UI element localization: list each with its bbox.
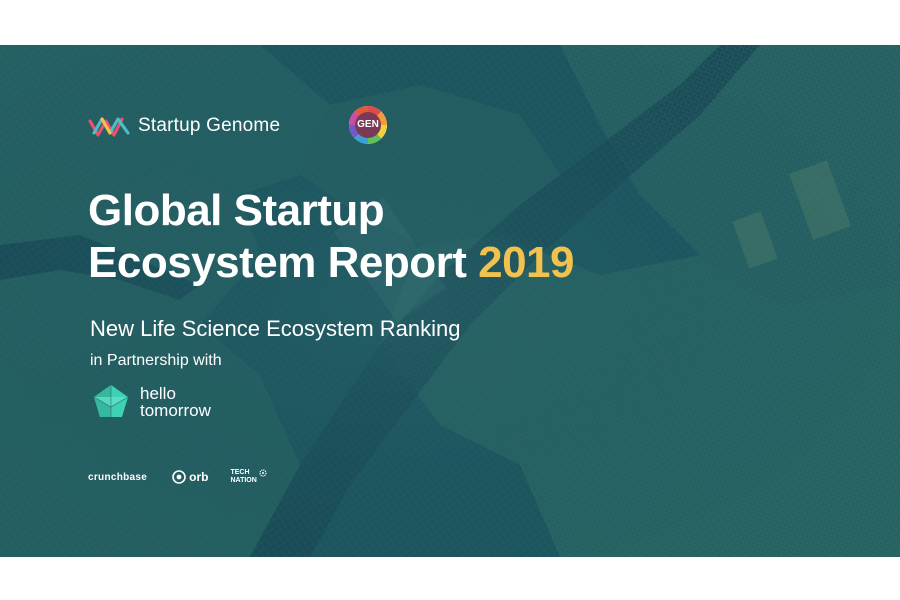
hello-tomorrow-line1: hello — [140, 384, 176, 403]
report-title-line2: Ecosystem Report — [88, 238, 467, 287]
startup-genome-logo: Startup Genome — [88, 108, 280, 144]
report-cover: Startup Genome GEN Global Startup Ecosys… — [0, 45, 900, 557]
report-title-line2-wrap: Ecosystem Report 2019 — [88, 237, 574, 289]
report-year: 2019 — [478, 238, 574, 287]
tech-nation-wordmark: TECH NATION — [230, 469, 256, 485]
tech-nation-line1: TECH — [230, 469, 250, 476]
hello-tomorrow-wordmark: hello tomorrow — [140, 385, 211, 419]
sponsor-logos: crunchbase orb TECH NATION — [88, 465, 268, 489]
hello-tomorrow-gem-icon — [93, 385, 129, 417]
report-subtitle: New Life Science Ecosystem Ranking — [90, 316, 461, 341]
report-title: Global Startup Ecosystem Report 2019 — [88, 185, 574, 289]
startup-genome-logo-icon — [88, 117, 130, 137]
startup-genome-name: Startup Genome — [138, 115, 281, 136]
page: Startup Genome GEN Global Startup Ecosys… — [0, 0, 900, 600]
orb-logo-icon — [172, 470, 186, 484]
orb-logo: orb — [171, 469, 208, 485]
tech-nation-logo-icon — [259, 469, 267, 477]
report-title-line1: Global Startup — [88, 186, 385, 235]
gen-logo: GEN — [348, 105, 388, 145]
crunchbase-logo: crunchbase — [88, 471, 148, 483]
tech-nation-logo: TECH NATION — [230, 469, 267, 485]
hello-tomorrow-line2: tomorrow — [140, 401, 211, 420]
partnership-label: in Partnership with — [90, 352, 222, 369]
tech-nation-line2: NATION — [230, 477, 257, 484]
orb-logo-text: orb — [189, 470, 209, 484]
gen-badge-text: GEN — [357, 119, 379, 130]
hello-tomorrow-logo: hello tomorrow — [90, 383, 211, 421]
